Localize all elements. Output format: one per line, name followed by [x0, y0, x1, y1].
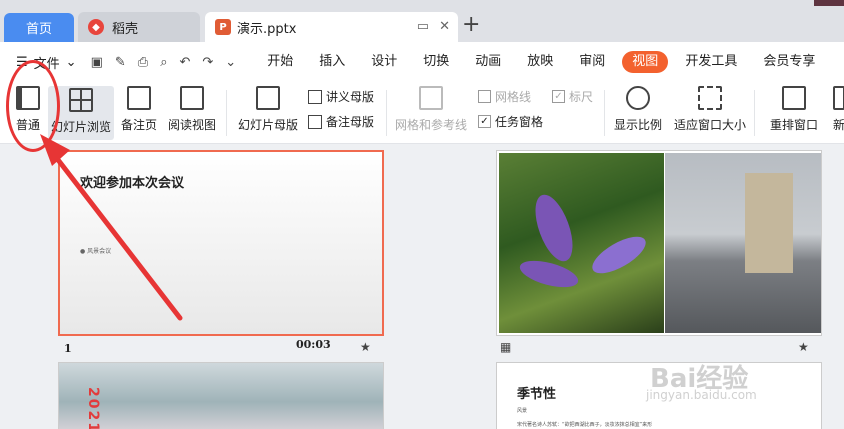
baidu-watermark-url: jingyan.baidu.com — [646, 388, 757, 402]
